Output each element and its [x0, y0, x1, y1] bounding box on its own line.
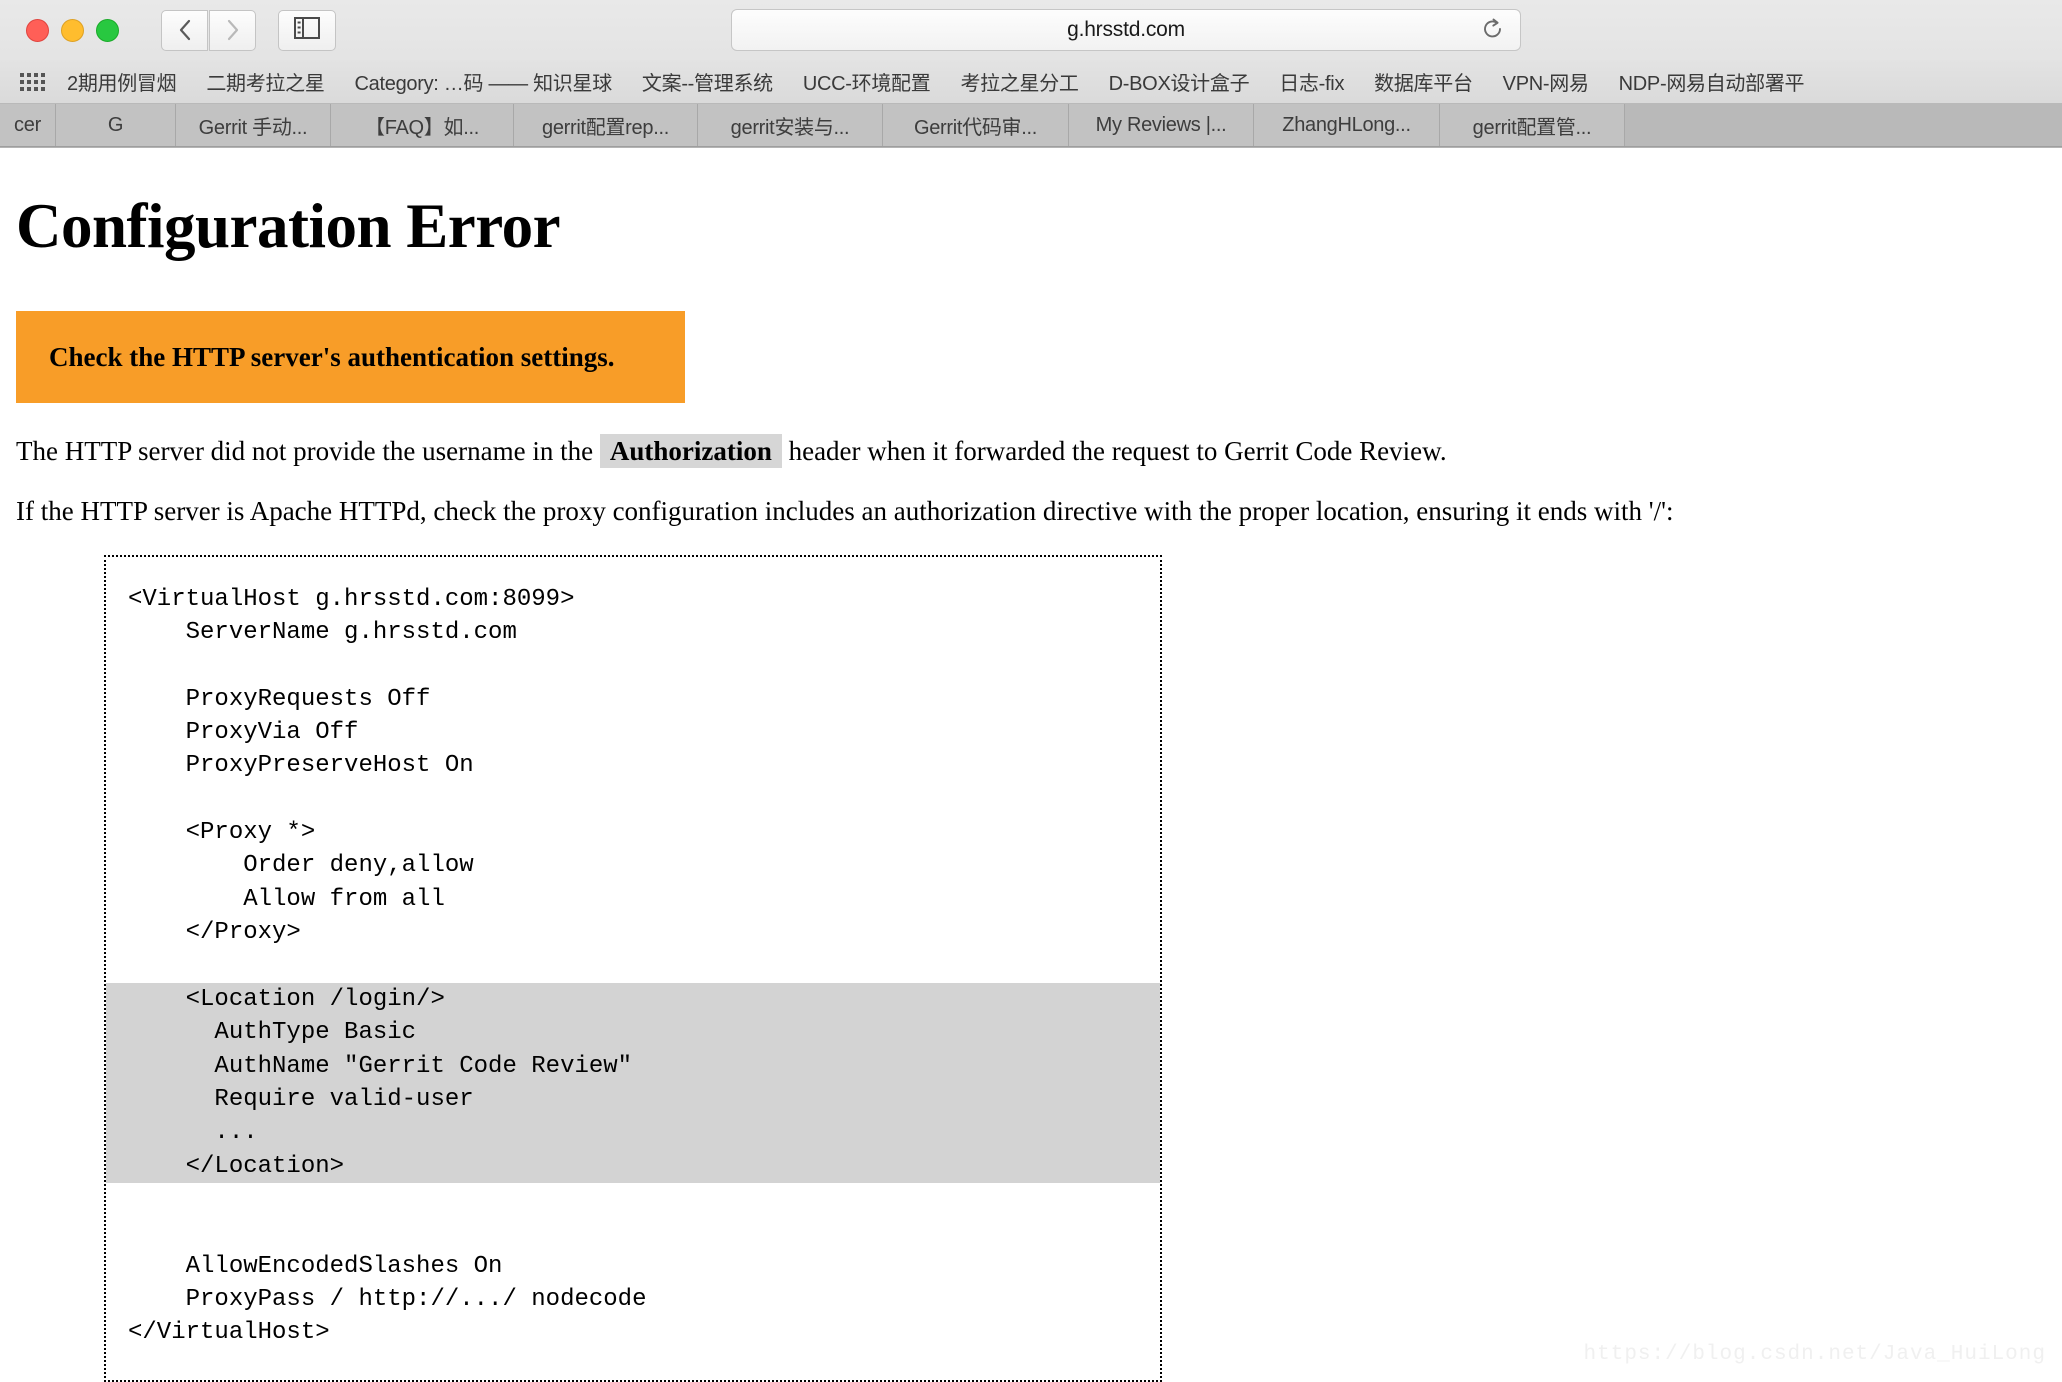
apps-grid-icon[interactable] — [20, 72, 45, 91]
bookmarks-bar: 2期用例冒烟 二期考拉之星 Category: …码 —— 知识星球 文案--管… — [0, 60, 2062, 104]
bookmark-item[interactable]: 考拉之星分工 — [960, 67, 1079, 96]
code-line: Allow from all — [128, 885, 445, 913]
back-button[interactable] — [161, 9, 208, 51]
bookmark-item[interactable]: UCC-环境配置 — [803, 67, 931, 96]
tab-label: gerrit配置rep... — [542, 116, 669, 139]
tab-label: Gerrit代码审... — [913, 116, 1038, 139]
page-title: Configuration Error — [16, 191, 561, 261]
code-line: ProxyPreserveHost On — [128, 752, 474, 780]
code-line-highlighted: AuthType Basic — [106, 1016, 1160, 1050]
address-bar[interactable]: g.hrsstd.com — [731, 9, 1521, 51]
bookmark-item[interactable]: 2期用例冒烟 — [67, 67, 177, 96]
chevron-right-icon — [226, 19, 240, 41]
alert-message: Check the HTTP server's authentication s… — [49, 341, 615, 372]
window-controls — [26, 18, 119, 42]
tab-label: My Reviews |... — [1095, 113, 1227, 136]
code-line: <Proxy *> — [128, 819, 316, 847]
bookmark-item[interactable]: D-BOX设计盒子 — [1109, 67, 1250, 96]
authorization-header-code: Authorization — [599, 434, 782, 468]
code-line: <VirtualHost g.hrsstd.com:8099> — [128, 585, 575, 613]
code-line: ProxyRequests Off — [128, 685, 431, 713]
browser-tab[interactable]: gerrit配置rep... — [514, 104, 698, 146]
bookmark-item[interactable]: VPN-网易 — [1503, 67, 1589, 96]
browser-tab[interactable]: cer — [0, 104, 56, 146]
browser-tab[interactable]: gerrit安装与... — [698, 104, 883, 146]
maximize-window-button[interactable] — [96, 18, 119, 42]
code-line: </Proxy> — [128, 919, 301, 947]
browser-chrome: g.hrsstd.com 2期用例冒烟 二期考拉之星 Category: …码 … — [0, 0, 2062, 148]
code-line: </VirtualHost> — [128, 1319, 330, 1347]
minimize-window-button[interactable] — [61, 18, 84, 42]
tab-label: cer — [14, 113, 41, 136]
paragraph-1-text-after: header when it forwarded the request to … — [781, 436, 1447, 466]
browser-tab[interactable]: gerrit配置管... — [1440, 104, 1625, 146]
explanation-paragraph-1: The HTTP server did not provide the user… — [16, 434, 2046, 469]
code-line: Order deny,allow — [128, 852, 474, 880]
code-line: ProxyVia Off — [128, 718, 359, 746]
code-line-highlighted: AuthName "Gerrit Code Review" — [106, 1049, 1160, 1083]
bookmark-item[interactable]: 文案--管理系统 — [642, 67, 773, 96]
code-line-highlighted: ... — [106, 1116, 1160, 1150]
bookmark-item[interactable]: Category: …码 —— 知识星球 — [355, 67, 613, 96]
tab-label: Gerrit 手动... — [198, 116, 308, 139]
sidebar-toggle-icon — [294, 16, 320, 44]
bookmark-item[interactable]: 日志-fix — [1279, 67, 1344, 96]
code-line-highlighted: </Location> — [106, 1149, 1160, 1183]
code-line: ServerName g.hrsstd.com — [128, 618, 517, 646]
apache-config-code-block: <VirtualHost g.hrsstd.com:8099> ServerNa… — [104, 554, 1162, 1382]
reload-button[interactable] — [1482, 18, 1504, 42]
browser-tab[interactable]: Gerrit 手动... — [176, 104, 331, 146]
tab-label: gerrit安装与... — [730, 116, 850, 139]
close-window-button[interactable] — [26, 18, 49, 42]
browser-tab[interactable]: 【FAQ】如... — [331, 104, 514, 146]
sidebar-toggle-button[interactable] — [278, 9, 336, 51]
page-content: Configuration Error Check the HTTP serve… — [0, 190, 2062, 1382]
tab-label: ZhangHLong... — [1282, 113, 1411, 136]
forward-button[interactable] — [209, 9, 256, 51]
code-line-highlighted: <Location /login/> — [106, 982, 1160, 1017]
browser-tab[interactable]: Gerrit代码审... — [883, 104, 1069, 146]
browser-tab[interactable]: ZhangHLong... — [1254, 104, 1440, 146]
explanation-paragraph-2: If the HTTP server is Apache HTTPd, chec… — [16, 495, 1674, 526]
tab-label: G — [107, 113, 124, 136]
browser-tab[interactable]: G — [56, 104, 176, 146]
bookmark-item[interactable]: NDP-网易自动部署平 — [1619, 67, 1805, 96]
bookmark-item[interactable]: 二期考拉之星 — [206, 67, 325, 96]
browser-tab[interactable]: My Reviews |... — [1069, 104, 1254, 146]
code-listing: <VirtualHost g.hrsstd.com:8099> ServerNa… — [106, 583, 1160, 1350]
bookmark-item[interactable]: 数据库平台 — [1374, 67, 1473, 96]
tab-label: gerrit配置管... — [1472, 116, 1592, 139]
tab-label: 【FAQ】如... — [365, 116, 479, 139]
code-line-highlighted: Require valid-user — [106, 1082, 1160, 1117]
error-alert-banner: Check the HTTP server's authentication s… — [16, 311, 685, 403]
navigation-buttons — [161, 9, 256, 51]
browser-toolbar: g.hrsstd.com — [0, 0, 2062, 60]
tab-strip: cer G Gerrit 手动... 【FAQ】如... gerrit配置rep… — [0, 104, 2062, 147]
chevron-left-icon — [178, 19, 192, 41]
address-text: g.hrsstd.com — [1067, 18, 1185, 41]
code-line: ProxyPass / http://.../ nodecode — [128, 1286, 647, 1314]
paragraph-1-text-before: The HTTP server did not provide the user… — [16, 436, 600, 466]
watermark: https://blog.csdn.net/Java_HuiLong — [1583, 1343, 2046, 1366]
code-line: AllowEncodedSlashes On — [128, 1252, 503, 1280]
